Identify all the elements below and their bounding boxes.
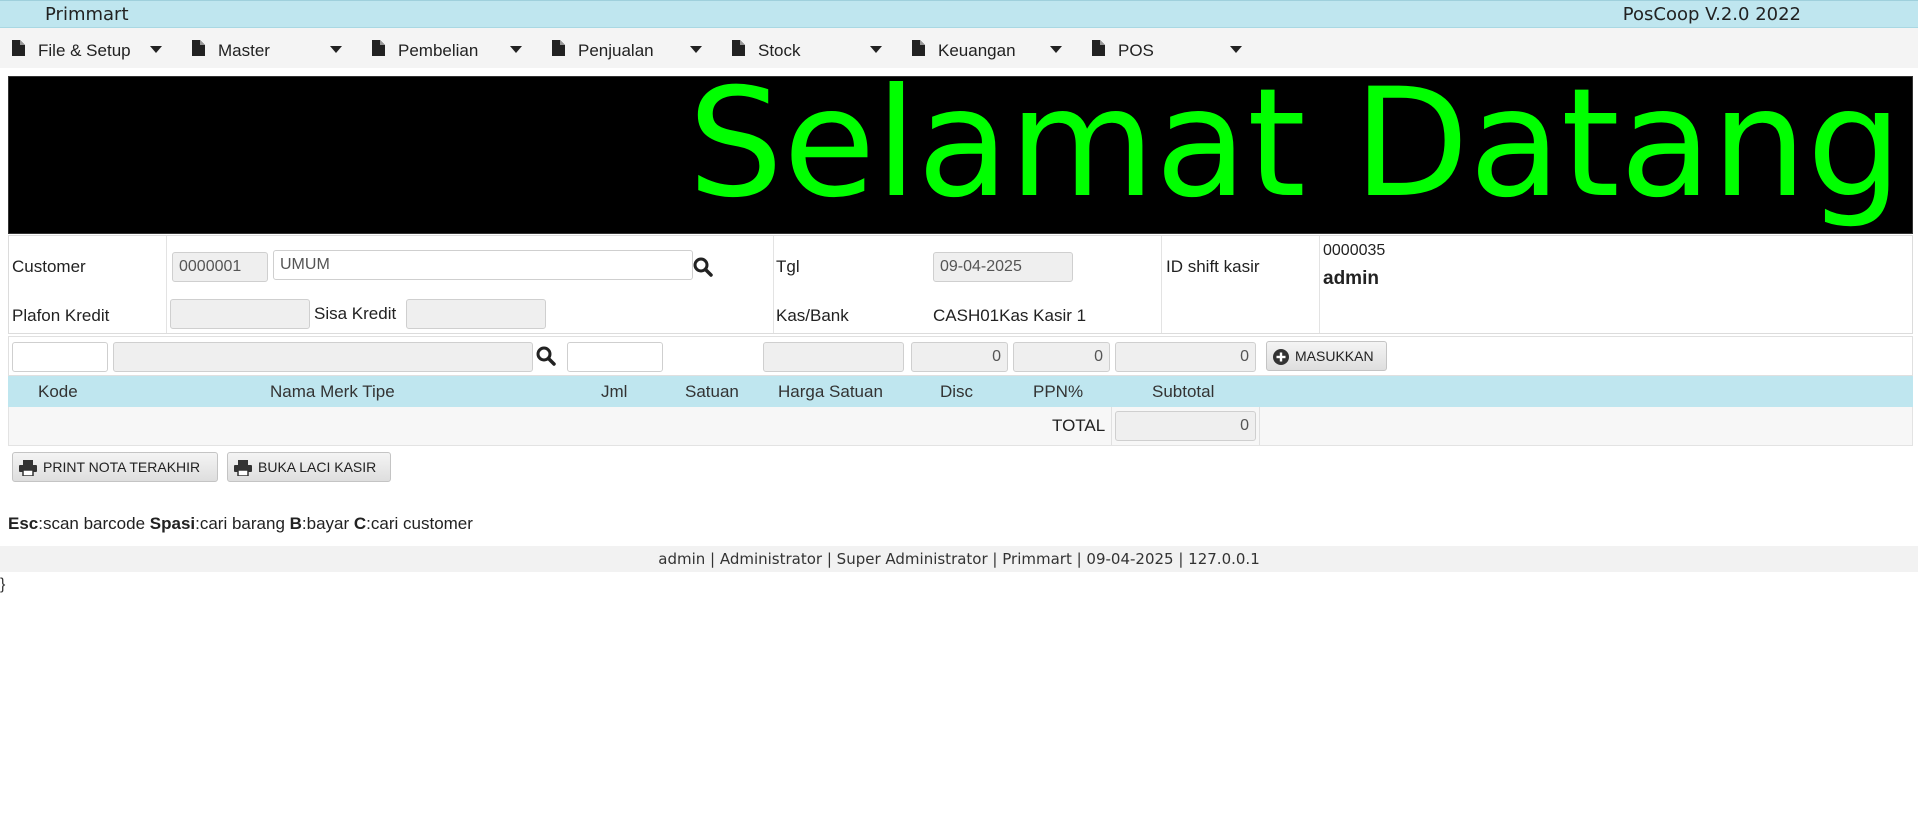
search-icon[interactable]: [534, 344, 558, 368]
date-field[interactable]: 09-04-2025: [933, 252, 1073, 282]
print-last-receipt-button[interactable]: PRINT NOTA TERAKHIR: [12, 452, 218, 482]
app-version: PosCoop V.2.0 2022: [1622, 4, 1801, 25]
welcome-text: Selamat Datang: [687, 57, 1902, 231]
kas-value: CASH01Kas Kasir 1: [933, 306, 1087, 325]
document-icon: [552, 40, 565, 56]
top-bar: Primmart PosCoop V.2.0 2022: [0, 0, 1918, 28]
col-ppn: PPN%: [1033, 382, 1084, 401]
caret-down-icon: [1050, 46, 1062, 53]
customer-code-field[interactable]: 0000001: [172, 252, 268, 282]
plus-circle-icon: [1273, 349, 1289, 365]
shortcut-key: Esc: [8, 514, 39, 533]
sisa-label: Sisa Kredit: [314, 304, 397, 323]
document-icon: [12, 40, 25, 56]
sisa-field[interactable]: [406, 299, 546, 329]
shortcut-key: B: [289, 514, 302, 533]
customer-label: Customer: [12, 257, 86, 276]
plafon-label: Plafon Kredit: [12, 306, 110, 325]
printer-icon: [19, 460, 37, 476]
stray-text: }: [0, 576, 6, 593]
menu-pembelian[interactable]: Pembelian: [360, 40, 540, 62]
shift-label: ID shift kasir: [1166, 257, 1260, 276]
menu-master[interactable]: Master: [180, 40, 360, 62]
divider: [1161, 236, 1162, 333]
document-icon: [912, 40, 925, 56]
open-cash-drawer-button[interactable]: BUKA LACI KASIR: [227, 452, 391, 482]
divider: [1319, 236, 1320, 333]
divider: [1111, 407, 1112, 445]
customer-panel: Customer 0000001 UMUM Tgl 09-04-2025 ID …: [8, 235, 1913, 334]
document-icon: [1092, 40, 1105, 56]
col-subtotal: Subtotal: [1152, 382, 1215, 401]
masukkan-button[interactable]: MASUKKAN: [1266, 341, 1387, 371]
col-harga: Harga Satuan: [778, 382, 883, 401]
harga-input[interactable]: [763, 342, 904, 372]
shortcut-desc: :cari barang: [195, 514, 290, 533]
total-label: TOTAL: [1052, 416, 1106, 435]
ppn-input[interactable]: 0: [1013, 342, 1110, 372]
caret-down-icon: [1230, 46, 1242, 53]
caret-down-icon: [150, 46, 162, 53]
printer-icon: [234, 460, 252, 476]
col-jml: Jml: [601, 382, 628, 401]
caret-down-icon: [690, 46, 702, 53]
open-drawer-label: BUKA LACI KASIR: [258, 459, 377, 475]
disc-input[interactable]: 0: [911, 342, 1008, 372]
col-kode: Kode: [38, 382, 78, 401]
welcome-banner: Selamat Datang: [8, 69, 1913, 234]
plafon-field[interactable]: [170, 299, 310, 329]
menu-file-setup[interactable]: File & Setup: [0, 40, 180, 62]
shortcut-desc: :scan barcode: [38, 514, 150, 533]
menu-label: Pembelian: [398, 41, 479, 60]
masukkan-label: MASUKKAN: [1295, 348, 1374, 364]
app-name: Primmart: [45, 4, 129, 25]
shortcut-desc: :bayar: [301, 514, 354, 533]
shortcut-desc: :cari customer: [366, 514, 473, 533]
item-entry-row: 0 0 0 MASUKKAN: [8, 336, 1913, 376]
shortcut-hints: Esc:scan barcode Spasi:cari barang B:bay…: [8, 514, 473, 534]
document-icon: [192, 40, 205, 56]
customer-name-field[interactable]: UMUM: [273, 250, 693, 280]
total-row: TOTAL 0: [8, 407, 1913, 446]
caret-down-icon: [870, 46, 882, 53]
subtotal-input[interactable]: 0: [1115, 342, 1256, 372]
divider: [1259, 407, 1260, 445]
tgl-label: Tgl: [776, 257, 800, 276]
col-nama: Nama Merk Tipe: [270, 382, 395, 401]
col-disc: Disc: [940, 382, 974, 401]
total-field: 0: [1115, 411, 1256, 441]
shortcut-key: C: [353, 514, 367, 533]
shift-id: 0000035: [1323, 242, 1386, 259]
menu-label: Master: [218, 41, 270, 60]
shift-user: admin: [1323, 268, 1379, 289]
menu-label: Penjualan: [578, 41, 654, 60]
jml-input[interactable]: [567, 342, 663, 372]
kas-label: Kas/Bank: [776, 306, 849, 325]
status-footer: admin | Administrator | Super Administra…: [0, 546, 1918, 572]
document-icon: [372, 40, 385, 56]
search-icon[interactable]: [691, 255, 715, 279]
table-header: Kode Nama Merk Tipe Jml Satuan Harga Sat…: [8, 376, 1913, 407]
caret-down-icon: [510, 46, 522, 53]
nama-input[interactable]: [113, 342, 533, 372]
divider: [773, 236, 774, 333]
print-last-label: PRINT NOTA TERAKHIR: [43, 459, 201, 475]
divider: [166, 236, 167, 333]
col-satuan: Satuan: [685, 382, 739, 401]
caret-down-icon: [330, 46, 342, 53]
shortcut-key: Spasi: [149, 514, 196, 533]
menu-label: File & Setup: [38, 41, 131, 60]
document-icon: [732, 40, 745, 56]
kode-input[interactable]: [12, 342, 108, 372]
